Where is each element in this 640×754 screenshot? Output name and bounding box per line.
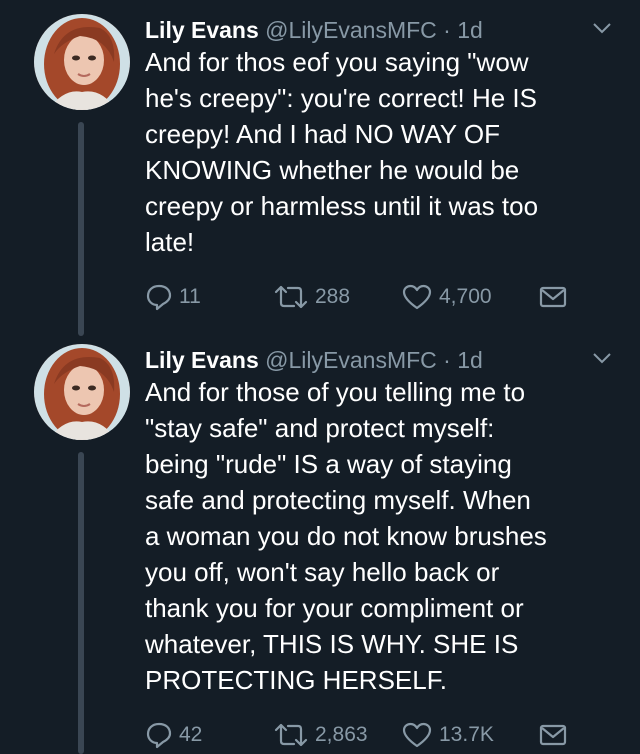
- separator-dot: ·: [443, 17, 451, 43]
- tweet-actions: 42 2,863 13.7K: [145, 720, 575, 750]
- retweet-button[interactable]: 288: [273, 282, 350, 312]
- reply-button[interactable]: 11: [145, 282, 201, 312]
- user-handle[interactable]: @LilyEvansMFC: [265, 347, 437, 373]
- tweet-header: Lily Evans @LilyEvansMFC · 1d: [145, 14, 620, 46]
- reply-count: 42: [179, 723, 203, 746]
- reply-button[interactable]: 42: [145, 720, 202, 750]
- timestamp[interactable]: 1d: [457, 347, 483, 373]
- chevron-down-icon[interactable]: [592, 22, 612, 34]
- timestamp[interactable]: 1d: [457, 17, 483, 43]
- retweet-count: 2,863: [315, 723, 368, 746]
- chevron-down-icon[interactable]: [592, 352, 612, 364]
- tweet-text: And for thos eof you saying "wow he's cr…: [145, 47, 539, 257]
- reply-count: 11: [179, 285, 201, 308]
- avatar[interactable]: [34, 344, 130, 440]
- tweet-text: And for those of you telling me to "stay…: [145, 377, 547, 695]
- retweet-button[interactable]: 2,863: [273, 720, 368, 750]
- avatar[interactable]: [34, 14, 130, 110]
- display-name[interactable]: Lily Evans: [145, 347, 259, 373]
- envelope-icon: [539, 286, 567, 308]
- display-name[interactable]: Lily Evans: [145, 17, 259, 43]
- tweet[interactable]: Lily Evans @LilyEvansMFC · 1d And for th…: [0, 338, 640, 754]
- separator-dot: ·: [443, 347, 451, 373]
- like-count: 4,700: [439, 285, 492, 308]
- message-button[interactable]: [539, 720, 567, 750]
- thread-line: [78, 122, 84, 336]
- retweet-icon: [274, 723, 308, 747]
- reply-icon: [146, 284, 172, 311]
- heart-icon: [402, 284, 432, 310]
- user-handle[interactable]: @LilyEvansMFC: [265, 17, 437, 43]
- envelope-icon: [539, 724, 567, 746]
- heart-icon: [402, 722, 432, 748]
- tweet[interactable]: Lily Evans @LilyEvansMFC · 1d And for th…: [0, 8, 640, 338]
- retweet-count: 288: [315, 285, 351, 308]
- tweet-header: Lily Evans @LilyEvansMFC · 1d: [145, 344, 620, 376]
- thread-line: [78, 452, 84, 754]
- retweet-icon: [274, 285, 308, 309]
- like-button[interactable]: 4,700: [401, 282, 492, 312]
- message-button[interactable]: [539, 282, 567, 312]
- like-button[interactable]: 13.7K: [401, 720, 494, 750]
- reply-icon: [146, 722, 172, 749]
- tweet-actions: 11 288 4,700: [145, 282, 575, 312]
- like-count: 13.7K: [439, 723, 494, 746]
